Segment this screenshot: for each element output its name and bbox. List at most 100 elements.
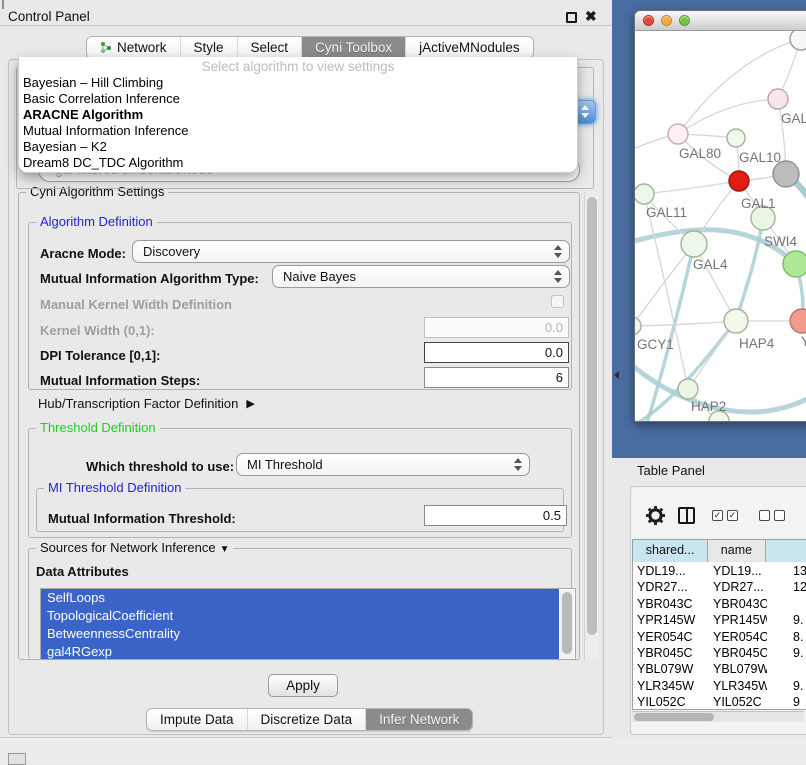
network-view-window[interactable]: GALGAL80GAL10GAL1GAL11SWI4GAL4GCY1HAP4YH… (634, 10, 806, 422)
mac-zoom-button[interactable] (679, 15, 690, 26)
tab-select[interactable]: Select (237, 37, 302, 58)
algorithm-option[interactable]: Mutual Information Inference (19, 123, 577, 139)
network-window-titlebar[interactable] (635, 11, 806, 31)
unchecked-checkbox-icon[interactable] (774, 510, 785, 521)
tab-jactivemnodules[interactable]: jActiveMNodules (405, 37, 533, 58)
table-row[interactable]: YLR345WYLR345W9. (633, 678, 806, 694)
table-cell: YPR145W (709, 612, 767, 628)
node-label: GCY1 (637, 337, 674, 352)
algorithm-option[interactable]: Dream8 DC_TDC Algorithm (19, 155, 577, 171)
data-attribute-item[interactable]: SelfLoops (41, 589, 559, 607)
table-h-scrollbar[interactable] (632, 711, 804, 722)
aracne-mode-combo[interactable]: Discovery (132, 240, 570, 263)
panel-title: Control Panel (8, 9, 90, 24)
checked-checkbox-icon[interactable]: ✓ (712, 510, 723, 521)
table-row[interactable]: YDR27...YDR27...12 (633, 579, 806, 595)
network-icon (100, 41, 112, 54)
data-attribute-item[interactable]: gal4RGexp (41, 643, 559, 660)
kernel-width-field: 0.0 (424, 317, 569, 338)
table-row[interactable]: YPR145WYPR145W9. (633, 612, 806, 628)
scrollbar-thumb[interactable] (562, 592, 572, 654)
mi-threshold-label: Mutual Information Threshold: (48, 511, 236, 526)
table-row[interactable]: YBR045CYBR045C9. (633, 645, 806, 661)
tab-network[interactable]: Network (87, 37, 180, 58)
mi-threshold-field[interactable]: 0.5 (424, 505, 567, 526)
mac-minimize-button[interactable] (661, 15, 672, 26)
network-node-gal80[interactable] (668, 124, 688, 144)
node-label: GAL4 (693, 257, 728, 272)
node-label: SWI4 (764, 234, 797, 249)
hub-definition-toggle[interactable]: Hub/Transcription Factor Definition ▶ (38, 396, 255, 411)
tab-infer-network[interactable]: Infer Network (365, 709, 472, 730)
network-node-gal11[interactable] (635, 184, 654, 204)
unchecked-checkbox-icon[interactable] (759, 510, 770, 521)
table-row[interactable]: YBL079WYBL079W (633, 661, 806, 677)
checked-checkbox-icon[interactable]: ✓ (727, 510, 738, 521)
network-node-gal4[interactable] (681, 231, 707, 257)
algorithm-option[interactable]: ARACNE Algorithm (19, 107, 577, 123)
table-cell: 12 (767, 579, 806, 595)
column-header[interactable]: name (708, 540, 765, 562)
mi-steps-field[interactable]: 6 (424, 367, 569, 388)
close-icon[interactable]: ✖ (585, 8, 597, 25)
scrollbar-thumb[interactable] (634, 713, 714, 721)
algorithm-option[interactable]: Basic Correlation Inference (19, 91, 577, 107)
network-node-bright-green[interactable] (783, 251, 806, 277)
table-cell: YER054C (709, 629, 767, 645)
tab-impute-data[interactable]: Impute Data (147, 709, 247, 730)
network-node-gal10[interactable] (727, 129, 745, 147)
apply-button[interactable]: Apply (268, 674, 338, 697)
tab-label: Select (251, 40, 289, 55)
table-body: YDL19...YDL19...13YDR27...YDR27...12YBR0… (633, 563, 806, 711)
table-row[interactable]: YIL052CYIL052C9 (633, 694, 806, 710)
network-node-gal-partial[interactable] (768, 89, 788, 109)
table-cell: YIL052C (709, 694, 767, 710)
column-header[interactable]: shared... (633, 540, 708, 562)
scrollbar-thumb[interactable] (587, 197, 597, 635)
column-header[interactable] (766, 540, 806, 562)
network-node-hap4[interactable] (724, 309, 748, 333)
network-node-salmon[interactable] (790, 309, 806, 333)
sources-toggle[interactable]: Sources for Network Inference▼ (36, 541, 233, 557)
tab-label: Impute Data (160, 712, 234, 727)
table-row[interactable]: YER054CYER054C8. (633, 629, 806, 645)
gear-icon[interactable] (646, 506, 665, 525)
which-threshold-combo[interactable]: MI Threshold (236, 453, 530, 476)
table-cell: 8. (767, 629, 806, 645)
tab-cyni-toolbox[interactable]: Cyni Toolbox (301, 37, 405, 58)
mi-type-value: Naive Bayes (273, 266, 569, 287)
status-bar (0, 738, 806, 762)
node-label: GAL1 (741, 196, 776, 211)
data-attribute-item[interactable]: BetweennessCentrality (41, 625, 559, 643)
table-toolbar: ✓ ✓ (646, 504, 806, 526)
dpi-tolerance-field[interactable]: 0.0 (424, 342, 569, 363)
columns-icon[interactable] (678, 507, 695, 524)
tab-discretize-data[interactable]: Discretize Data (247, 709, 366, 730)
network-node-gcy1[interactable] (635, 317, 641, 335)
splitpane-collapse-icon[interactable] (614, 371, 619, 379)
network-edge[interactable] (678, 99, 778, 134)
float-window-icon[interactable] (566, 12, 577, 23)
network-node-top-partial[interactable] (790, 31, 806, 50)
data-attributes-list[interactable]: SelfLoopsTopologicalCoefficientBetweenne… (40, 588, 576, 660)
table-row[interactable]: YBR043CYBR043C (633, 596, 806, 612)
manual-kernel-checkbox (551, 295, 564, 308)
tab-label: jActiveMNodules (419, 40, 520, 55)
data-attribute-item[interactable]: TopologicalCoefficient (41, 607, 559, 625)
network-node-hap2[interactable] (678, 379, 698, 399)
list-scrollbar[interactable] (560, 590, 574, 660)
algorithm-option[interactable]: Bayesian – Hill Climbing (19, 75, 577, 91)
network-edge[interactable] (644, 181, 739, 194)
network-node-gal1[interactable] (729, 171, 749, 191)
table-row[interactable]: YDL19...YDL19...13 (633, 563, 806, 579)
tab-label: Cyni Toolbox (315, 40, 392, 55)
network-edge[interactable] (635, 321, 736, 326)
tab-label: Infer Network (379, 712, 459, 727)
table-cell: YPR145W (633, 612, 709, 628)
algorithm-option[interactable]: Bayesian – K2 (19, 139, 577, 155)
settings-scrollbar[interactable] (584, 192, 598, 660)
tab-style[interactable]: Style (180, 37, 237, 58)
mi-type-combo[interactable]: Naive Bayes (272, 265, 570, 288)
mac-close-button[interactable] (643, 15, 654, 26)
network-canvas[interactable]: GALGAL80GAL10GAL1GAL11SWI4GAL4GCY1HAP4YH… (635, 31, 806, 422)
